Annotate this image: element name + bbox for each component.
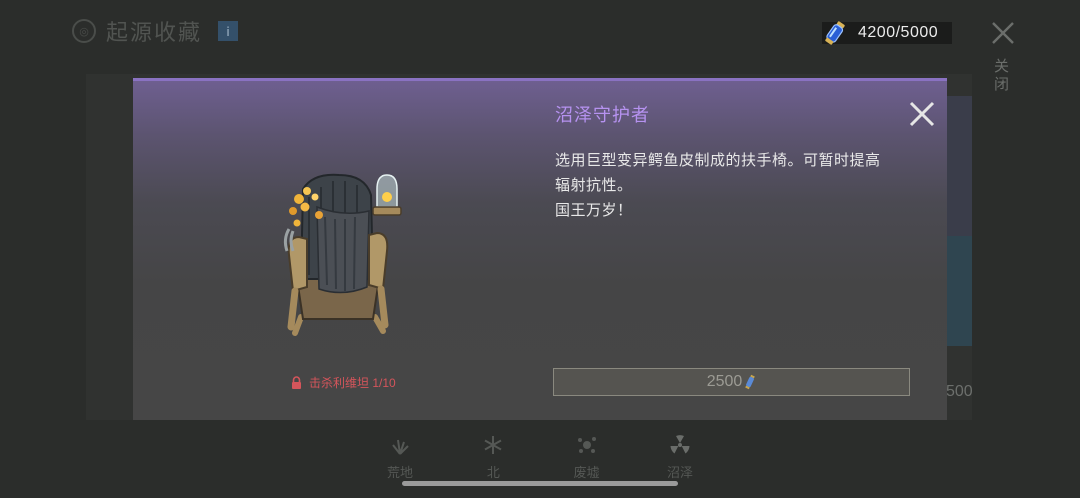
currency-display: 4200/5000 bbox=[822, 20, 953, 46]
item-detail-modal: 击杀利维坦 1/10 沼泽守护者 选用巨型变异鳄鱼皮制成的扶手椅。可暂时提高 辐… bbox=[133, 78, 947, 420]
close-label: 关闭 bbox=[994, 58, 1010, 93]
swamp-throne-image bbox=[283, 173, 402, 336]
price-value: 2500 bbox=[706, 373, 743, 390]
unlock-requirement: 击杀利维坦 1/10 bbox=[290, 374, 396, 391]
background-card-strip-lower bbox=[946, 236, 972, 346]
vial-icon bbox=[745, 374, 756, 390]
lock-icon bbox=[292, 376, 301, 389]
background-card-strip bbox=[946, 96, 972, 236]
background-close-icon[interactable] bbox=[990, 20, 1016, 46]
item-title: 沼泽守护者 bbox=[555, 105, 650, 125]
background-side-value: 500 bbox=[946, 383, 973, 400]
description-line: 国王万岁！ bbox=[555, 202, 633, 219]
origin-logo-icon: ◎ bbox=[72, 19, 96, 43]
purchase-button[interactable]: 2500 bbox=[553, 368, 910, 396]
radiation-icon bbox=[670, 435, 690, 454]
item-description: 选用巨型变异鳄鱼皮制成的扶手椅。可暂时提高 辐射抗性。 国王万岁！ bbox=[555, 148, 915, 223]
collection-header: ◎ 起源收藏 i bbox=[72, 16, 239, 46]
unlock-requirement-text: 击杀利维坦 1/10 bbox=[309, 376, 396, 390]
description-line: 选用巨型变异鳄鱼皮制成的扶手椅。可暂时提高 bbox=[555, 152, 881, 169]
home-indicator[interactable] bbox=[402, 481, 678, 486]
tab-label: 沼泽 bbox=[666, 465, 693, 480]
grass-icon bbox=[392, 439, 409, 455]
close-icon[interactable] bbox=[907, 99, 937, 129]
tab-label: 荒地 bbox=[386, 465, 413, 480]
snowflake-icon bbox=[484, 436, 502, 454]
page-title: 起源收藏 bbox=[106, 20, 203, 45]
tab-label: 废墟 bbox=[573, 465, 600, 480]
vial-icon bbox=[825, 21, 845, 45]
debris-icon bbox=[577, 437, 596, 453]
description-line: 辐射抗性。 bbox=[555, 177, 633, 194]
tab-label: 北 bbox=[486, 465, 500, 480]
info-button[interactable]: i bbox=[218, 21, 239, 41]
